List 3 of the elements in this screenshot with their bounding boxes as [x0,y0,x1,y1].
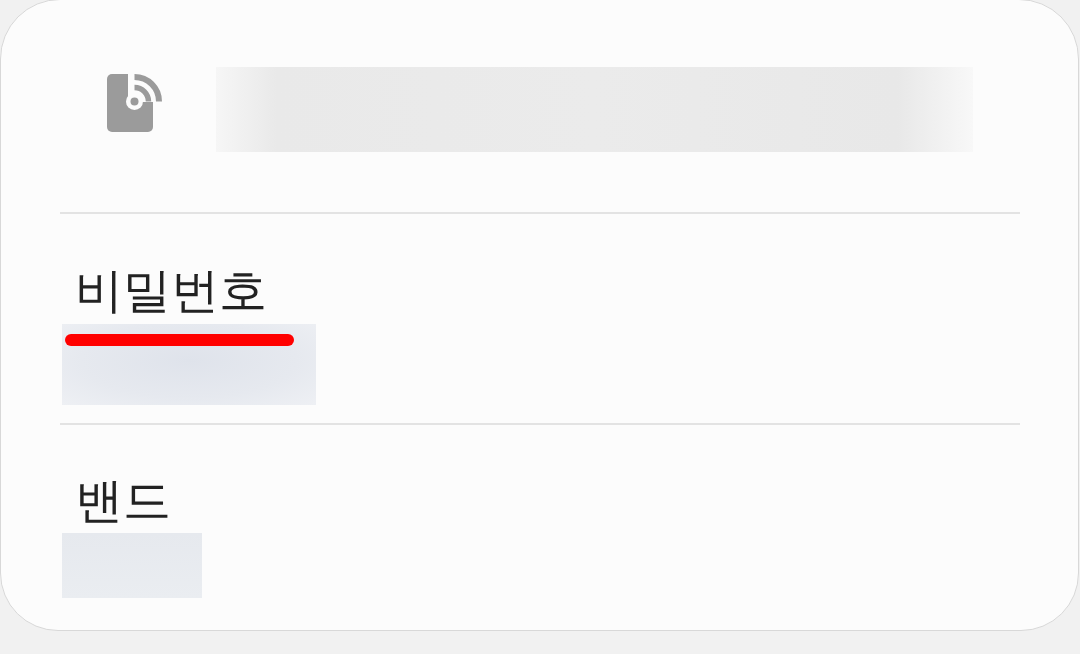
field-label: 비밀번호 [74,261,267,319]
device-signal-icon [107,74,164,132]
field-label: 밴드 [74,471,171,529]
